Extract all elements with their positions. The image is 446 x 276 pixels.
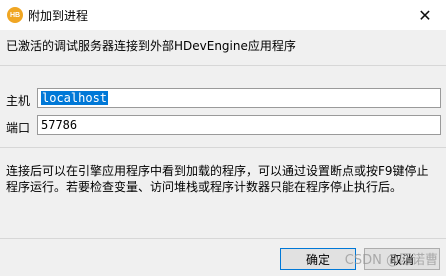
cancel-button[interactable]: 取消 (364, 248, 440, 270)
divider (0, 238, 446, 239)
intro-text: 已激活的调试服务器连接到外部HDevEngine应用程序 (6, 39, 296, 53)
host-input[interactable]: localhost (37, 88, 441, 108)
host-value: localhost (41, 91, 109, 105)
host-label: 主机 (6, 94, 31, 108)
divider (0, 147, 446, 148)
app-icon: HB (7, 7, 23, 23)
ok-button[interactable]: 确定 (280, 248, 356, 270)
close-icon[interactable]: ✕ (404, 0, 446, 30)
port-value: 57786 (41, 118, 78, 132)
title-bar: HB 附加到进程 ✕ (0, 0, 446, 30)
window-title: 附加到进程 (28, 9, 89, 23)
port-label: 端口 (6, 121, 31, 135)
port-input[interactable]: 57786 (37, 115, 441, 135)
help-text: 连接后可以在引擎应用程序中看到加载的程序，可以通过设置断点或按F9键停止程序运行… (6, 164, 429, 194)
connection-group: 主机 localhost 端口 57786 (0, 66, 446, 147)
